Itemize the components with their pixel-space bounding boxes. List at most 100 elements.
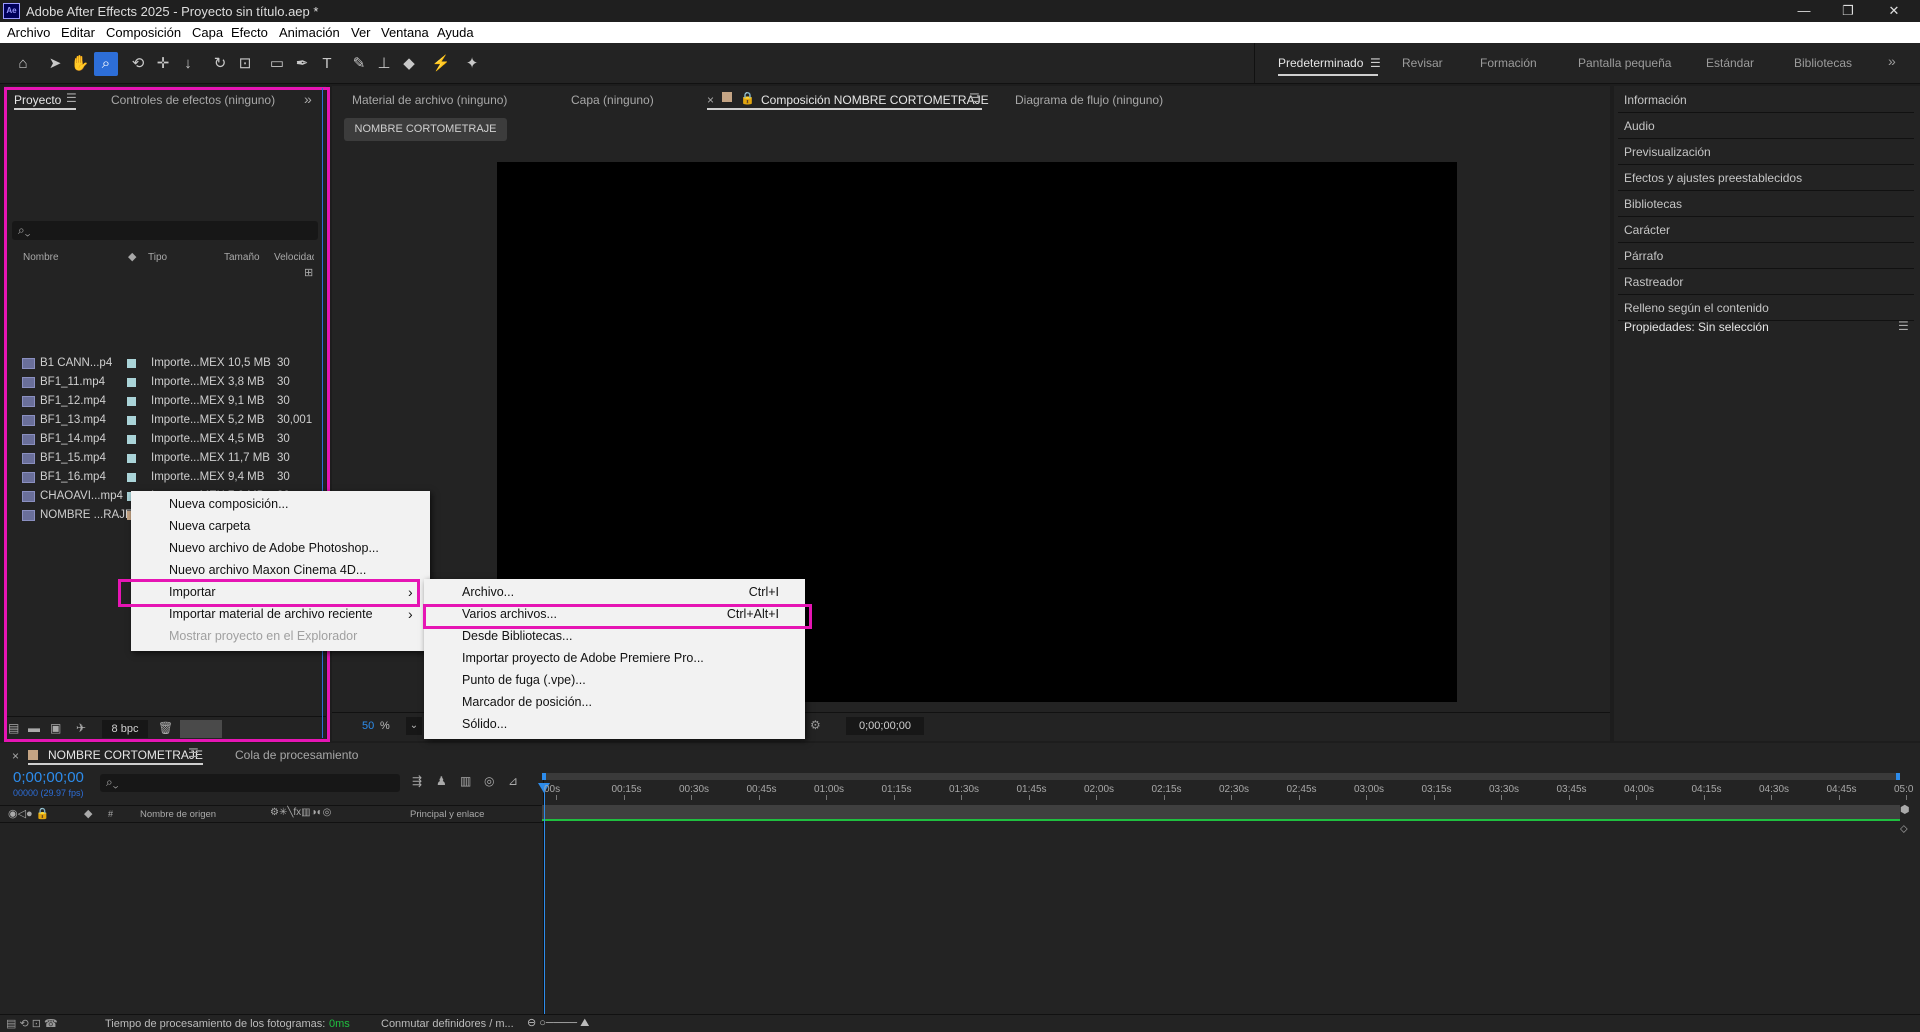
- tab-composicion[interactable]: Composición NOMBRE CORTOMETRAJE: [761, 93, 989, 107]
- submenu-item[interactable]: Importar proyecto de Adobe Premiere Pro.…: [462, 651, 704, 665]
- close-tab-icon[interactable]: ×: [707, 93, 714, 107]
- properties-menu-icon[interactable]: ☰: [1898, 319, 1909, 333]
- zoom-end-icon[interactable]: ⬢: [1900, 803, 1910, 816]
- pen-tool-icon[interactable]: ✒: [290, 52, 314, 76]
- right-panel-item[interactable]: Carácter: [1624, 223, 1670, 237]
- submenu-item[interactable]: Punto de fuga (.vpe)...: [462, 673, 586, 687]
- menu-importar-reciente[interactable]: Importar material de archivo reciente: [169, 607, 373, 621]
- toggle-switches-modes[interactable]: Conmutar definidores / m...: [381, 1018, 514, 1030]
- zoom-slider-icon[interactable]: ⊖ ○──── ⛰: [527, 1016, 589, 1030]
- tab-timeline-comp[interactable]: NOMBRE CORTOMETRAJE: [48, 748, 203, 762]
- selection-tool-icon[interactable]: ➤: [43, 52, 67, 76]
- lock-icon[interactable]: 🔒: [740, 91, 755, 105]
- workspace-pantalla-pequena[interactable]: Pantalla pequeña: [1578, 56, 1671, 70]
- time-navigator[interactable]: [542, 805, 1900, 819]
- anchor-point-tool-icon[interactable]: ⊡: [233, 52, 257, 76]
- comp-name-button[interactable]: NOMBRE CORTOMETRAJE: [344, 118, 507, 141]
- menu-capa[interactable]: Capa: [192, 25, 223, 40]
- snapshot-icon[interactable]: ⚙: [810, 718, 821, 732]
- close-timeline-tab-icon[interactable]: ×: [12, 749, 19, 763]
- work-area-start[interactable]: [542, 773, 546, 780]
- workspace-estandar[interactable]: Estándar: [1706, 56, 1754, 70]
- eraser-tool-icon[interactable]: ◆: [397, 52, 421, 76]
- right-panel-item[interactable]: Párrafo: [1624, 249, 1663, 263]
- timeline-timecode[interactable]: 0;00;00;00: [13, 769, 84, 786]
- menu-archivo[interactable]: Archivo: [7, 25, 50, 40]
- rectangle-tool-icon[interactable]: ▭: [265, 52, 289, 76]
- frame-blending-icon[interactable]: ▥: [460, 774, 471, 788]
- right-panel-item[interactable]: Previsualización: [1624, 145, 1711, 159]
- viewer-timecode[interactable]: 0;00;00;00: [846, 717, 924, 735]
- minimize-button[interactable]: —: [1782, 1, 1826, 21]
- brush-tool-icon[interactable]: ✎: [347, 52, 371, 76]
- motion-blur-icon[interactable]: ◎: [484, 774, 494, 788]
- submenu-item[interactable]: Desde Bibliotecas...: [462, 629, 572, 643]
- rotate-tool-icon[interactable]: ↻: [208, 52, 232, 76]
- right-panel-item[interactable]: Relleno según el contenido: [1624, 301, 1769, 315]
- right-panel-item[interactable]: Información: [1624, 93, 1687, 107]
- workspace-predeterminado[interactable]: Predeterminado: [1278, 56, 1363, 70]
- menu-animacion[interactable]: Animación: [279, 25, 340, 40]
- zoom-dropdown-icon[interactable]: ⌄: [406, 717, 422, 735]
- roto-brush-tool-icon[interactable]: ⚡: [429, 52, 453, 76]
- maximize-button[interactable]: ❐: [1826, 1, 1870, 21]
- puppet-tool-icon[interactable]: ✦: [460, 52, 484, 76]
- submenu-item[interactable]: Archivo...: [462, 585, 514, 599]
- menu-editar[interactable]: Editar: [61, 25, 95, 40]
- menu-efecto[interactable]: Efecto: [231, 25, 268, 40]
- workspace-menu-icon[interactable]: ☰: [1370, 56, 1381, 70]
- menu-nueva-composicion[interactable]: Nueva composición...: [169, 497, 289, 511]
- tab-capa[interactable]: Capa (ninguno): [571, 93, 654, 107]
- shy-layers-icon[interactable]: ♟: [436, 774, 447, 788]
- av-features-icon[interactable]: ◉◁● 🔒: [8, 807, 49, 820]
- switches-icon[interactable]: ⚙✳╲fx▥◑◐◎: [270, 807, 331, 818]
- tab-material-archivo[interactable]: Material de archivo (ninguno): [352, 93, 507, 107]
- work-area-end[interactable]: [1896, 773, 1900, 780]
- column-nombre-origen[interactable]: Nombre de origen: [140, 809, 216, 820]
- timeline-tab-menu-icon[interactable]: ☰: [188, 746, 199, 760]
- dolly-camera-icon[interactable]: ↓: [176, 52, 200, 76]
- submenu-item[interactable]: Sólido...: [462, 717, 507, 731]
- graph-editor-icon[interactable]: ⊿: [508, 774, 518, 788]
- orbit-camera-icon[interactable]: ⟲: [126, 52, 150, 76]
- menu-ayuda[interactable]: Ayuda: [437, 25, 474, 40]
- tab-diagrama-flujo[interactable]: Diagrama de flujo (ninguno): [1015, 93, 1163, 107]
- properties-panel-title[interactable]: Propiedades: Sin selección: [1624, 320, 1769, 334]
- type-tool-icon[interactable]: T: [315, 52, 339, 76]
- menu-nueva-carpeta[interactable]: Nueva carpeta: [169, 519, 250, 533]
- work-area-bar[interactable]: [542, 773, 1900, 780]
- playhead[interactable]: [544, 783, 545, 1014]
- column-principal-enlace[interactable]: Principal y enlace: [410, 809, 484, 820]
- menu-nuevo-photoshop[interactable]: Nuevo archivo de Adobe Photoshop...: [169, 541, 379, 555]
- comp-button-icon[interactable]: ⬦: [1900, 823, 1908, 836]
- workspace-revisar[interactable]: Revisar: [1402, 56, 1443, 70]
- right-panel-item[interactable]: Bibliotecas: [1624, 197, 1682, 211]
- home-icon[interactable]: ⌂: [11, 52, 35, 76]
- menu-composicion[interactable]: Composición: [106, 25, 181, 40]
- clone-stamp-tool-icon[interactable]: ⊥: [372, 52, 396, 76]
- workspace-formacion[interactable]: Formación: [1480, 56, 1537, 70]
- tab-menu-icon[interactable]: ☰: [969, 91, 980, 105]
- workspace-more-icon[interactable]: »: [1888, 53, 1896, 69]
- workspace-bibliotecas[interactable]: Bibliotecas: [1794, 56, 1852, 70]
- close-button[interactable]: ✕: [1872, 1, 1916, 21]
- tab-cola-procesamiento[interactable]: Cola de procesamiento: [235, 748, 358, 762]
- right-panel-item[interactable]: Efectos y ajustes preestablecidos: [1624, 171, 1802, 185]
- zoom-tool-icon[interactable]: ⌕: [94, 52, 118, 76]
- right-panel-item[interactable]: Rastreador: [1624, 275, 1683, 289]
- status-icons[interactable]: ▤ ⟲ ⊡ ☎: [6, 1017, 58, 1030]
- hand-tool-icon[interactable]: ✋: [68, 52, 92, 76]
- ruler-label: 04:15s: [1691, 784, 1722, 795]
- comp-mini-flowchart-icon[interactable]: ⇶: [412, 774, 422, 788]
- ruler-label: 04:30s: [1759, 784, 1790, 795]
- pan-camera-icon[interactable]: ✛: [151, 52, 175, 76]
- label-tag-icon[interactable]: ◆: [84, 807, 92, 820]
- menu-ventana[interactable]: Ventana: [381, 25, 429, 40]
- right-panel-item[interactable]: Audio: [1624, 119, 1655, 133]
- menu-nuevo-cinema4d[interactable]: Nuevo archivo Maxon Cinema 4D...: [169, 563, 366, 577]
- submenu-item[interactable]: Marcador de posición...: [462, 695, 592, 709]
- menu-ver[interactable]: Ver: [351, 25, 371, 40]
- right-panel-divider: [1618, 216, 1914, 217]
- timeline-search-input[interactable]: ⌕⌄: [100, 774, 400, 792]
- zoom-value[interactable]: 50: [362, 720, 374, 732]
